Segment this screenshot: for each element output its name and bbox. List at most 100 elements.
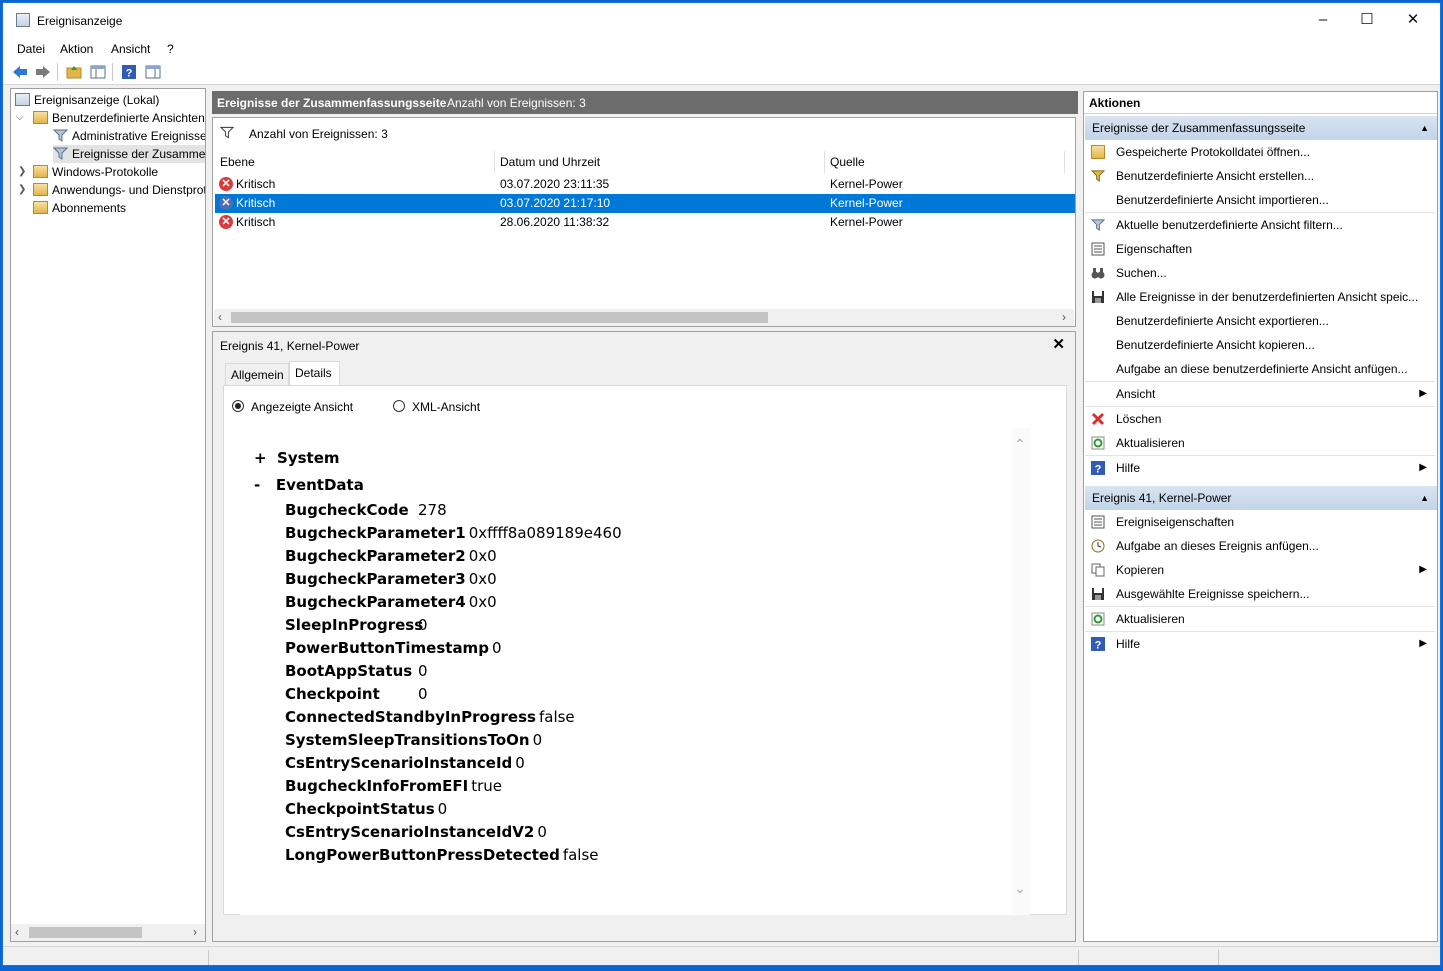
chevron-right-icon[interactable]: ❯ — [18, 184, 26, 195]
event-list-horizontal-scrollbar[interactable]: ‹ › — [214, 309, 1074, 326]
radio-button[interactable] — [393, 400, 405, 412]
scroll-right-icon[interactable]: › — [1062, 310, 1066, 324]
close-icon[interactable]: ✕ — [1052, 335, 1065, 353]
action-delete[interactable]: Löschen — [1085, 407, 1435, 431]
console-tree-icon[interactable] — [90, 64, 106, 80]
action-save-all-events[interactable]: Alle Ereignisse in der benutzerdefiniert… — [1085, 285, 1435, 309]
action-save-selected-events[interactable]: Ausgewählte Ereignisse speichern... — [1085, 582, 1435, 607]
collapse-up-icon[interactable]: ▲ — [1420, 116, 1429, 140]
folder-icon — [33, 111, 48, 124]
folder-icon — [33, 165, 48, 178]
scrollbar-thumb[interactable] — [231, 312, 768, 323]
eventdata-field: SystemSleepTransitionsToOn 0 — [285, 731, 542, 749]
scroll-right-icon[interactable]: › — [193, 925, 197, 939]
eventdata-section[interactable]: - EventData — [254, 476, 364, 494]
tree-root[interactable]: Ereignisanzeige (Lokal) — [15, 91, 159, 109]
system-section[interactable]: + System — [254, 449, 340, 467]
action-copy[interactable]: Kopieren ▶ — [1085, 558, 1435, 582]
details-vertical-scrollbar[interactable]: ⌃ ⌄ — [1012, 428, 1030, 915]
action-help-event[interactable]: ? Hilfe ▶ — [1085, 632, 1435, 656]
menu-datei[interactable]: Datei — [17, 42, 45, 56]
filter-icon — [1091, 219, 1105, 232]
scroll-left-icon[interactable]: ‹ — [15, 925, 19, 939]
action-filter-current-view[interactable]: Aktuelle benutzerdefinierte Ansicht filt… — [1085, 213, 1435, 237]
binoculars-icon — [1091, 268, 1105, 279]
chevron-down-icon[interactable]: ⌵ — [16, 112, 24, 123]
close-button[interactable]: ✕ — [1390, 3, 1436, 37]
eventdata-field: PowerButtonTimestamp 0 — [285, 639, 501, 657]
action-open-saved-log[interactable]: Gespeicherte Protokolldatei öffnen... — [1085, 140, 1435, 164]
event-detail-pane: Ereignis 41, Kernel-Power ✕ Allgemein De… — [212, 331, 1076, 942]
cell-source: Kernel-Power — [830, 215, 903, 229]
maximize-button[interactable]: ☐ — [1344, 3, 1390, 37]
action-refresh[interactable]: Aktualisieren — [1085, 431, 1435, 456]
action-create-custom-view[interactable]: Benutzerdefinierte Ansicht erstellen... — [1085, 164, 1435, 188]
action-attach-task-view[interactable]: Aufgabe an diese benutzerdefinierte Ansi… — [1085, 357, 1435, 382]
action-view-submenu[interactable]: Ansicht ▶ — [1085, 382, 1435, 407]
field-value: false — [562, 846, 599, 864]
filter-icon — [220, 126, 234, 139]
action-event-properties[interactable]: Ereigniseigenschaften — [1085, 510, 1435, 534]
tree-admin-events[interactable]: Administrative Ereignisse — [53, 127, 205, 145]
tree-summary-events[interactable]: Ereignisse der Zusammenfassungsseite — [53, 145, 205, 163]
column-header-datetime[interactable]: Datum und Uhrzeit — [495, 151, 825, 173]
chevron-right-icon[interactable]: ❯ — [18, 166, 26, 177]
menu-help[interactable]: ? — [167, 42, 174, 56]
field-value: 0x0 — [468, 593, 497, 611]
tab-details[interactable]: Details — [289, 361, 340, 385]
expand-toggle[interactable]: + — [254, 449, 267, 467]
field-name: CsEntryScenarioInstanceIdV2 — [285, 823, 535, 841]
scroll-left-icon[interactable]: ‹ — [218, 310, 222, 324]
field-value: 0 — [491, 639, 502, 657]
scroll-up-icon[interactable]: ⌃ — [1014, 436, 1026, 453]
action-pane-icon[interactable] — [145, 64, 161, 80]
action-refresh-event[interactable]: Aktualisieren — [1085, 607, 1435, 632]
action-attach-task-event[interactable]: Aufgabe an dieses Ereignis anfügen... — [1085, 534, 1435, 558]
menu-ansicht[interactable]: Ansicht — [111, 42, 150, 56]
tree-windows-logs[interactable]: Windows-Protokolle — [33, 163, 158, 181]
action-copy-custom-view[interactable]: Benutzerdefinierte Ansicht kopieren... — [1085, 333, 1435, 357]
action-properties[interactable]: Eigenschaften — [1085, 237, 1435, 261]
field-value: 0 — [515, 754, 525, 772]
event-viewer-window: Ereignisanzeige – ☐ ✕ Datei Aktion Ansic… — [2, 2, 1441, 966]
column-header-level[interactable]: Ebene — [215, 151, 495, 173]
field-name: BugcheckParameter4 — [285, 593, 466, 611]
filter-star-icon — [1091, 170, 1105, 183]
action-import-custom-view[interactable]: Benutzerdefinierte Ansicht importieren..… — [1085, 188, 1435, 213]
table-row-selected[interactable]: ✕ Kritisch 03.07.2020 21:17:10 Kernel-Po… — [215, 194, 1075, 213]
cell-datetime: 03.07.2020 23:11:35 — [500, 177, 610, 191]
tree-subscriptions[interactable]: Abonnements — [33, 199, 126, 217]
back-arrow-icon[interactable] — [12, 64, 28, 80]
submenu-arrow-icon: ▶ — [1419, 564, 1427, 575]
action-export-custom-view[interactable]: Benutzerdefinierte Ansicht exportieren..… — [1085, 309, 1435, 333]
actions-group-summary[interactable]: Ereignisse der Zusammenfassungsseite ▲ — [1085, 116, 1437, 140]
column-header-source[interactable]: Quelle — [825, 151, 1065, 173]
minimize-button[interactable]: – — [1300, 3, 1346, 37]
tree-custom-views[interactable]: Benutzerdefinierte Ansichten — [33, 109, 205, 127]
radio-button-selected[interactable] — [232, 400, 244, 412]
tree-horizontal-scrollbar[interactable]: ‹ › — [11, 924, 205, 941]
actions-group-event[interactable]: Ereignis 41, Kernel-Power ▲ — [1085, 486, 1437, 510]
forward-arrow-icon[interactable] — [35, 64, 51, 80]
system-label: System — [277, 449, 340, 467]
cell-datetime: 28.06.2020 11:38:32 — [500, 215, 610, 229]
collapse-toggle[interactable]: - — [254, 476, 260, 494]
tab-allgemein[interactable]: Allgemein — [225, 363, 289, 385]
help-icon[interactable]: ? — [121, 64, 137, 80]
scroll-down-icon[interactable]: ⌄ — [1014, 880, 1026, 897]
eventdata-field: CsEntryScenarioInstanceIdV2 0 — [285, 823, 547, 841]
details-tab-panel: Angezeigte Ansicht XML-Ansicht + System … — [223, 385, 1067, 915]
field-name: BugcheckCode — [285, 501, 409, 519]
menu-aktion[interactable]: Aktion — [60, 42, 93, 56]
action-find[interactable]: Suchen... — [1085, 261, 1435, 285]
action-help[interactable]: ? Hilfe ▶ — [1085, 456, 1435, 480]
field-name: BugcheckParameter3 — [285, 570, 466, 588]
field-value: 0 — [437, 800, 448, 818]
collapse-up-icon[interactable]: ▲ — [1420, 486, 1429, 510]
folder-up-icon[interactable] — [66, 64, 82, 80]
table-row[interactable]: ✕ Kritisch 03.07.2020 23:11:35 Kernel-Po… — [215, 175, 1075, 194]
status-separator — [208, 950, 209, 965]
scrollbar-thumb[interactable] — [29, 927, 142, 938]
table-row[interactable]: ✕ Kritisch 28.06.2020 11:38:32 Kernel-Po… — [215, 213, 1075, 232]
tree-app-logs[interactable]: Anwendungs- und Dienstprotokolle — [33, 181, 205, 199]
